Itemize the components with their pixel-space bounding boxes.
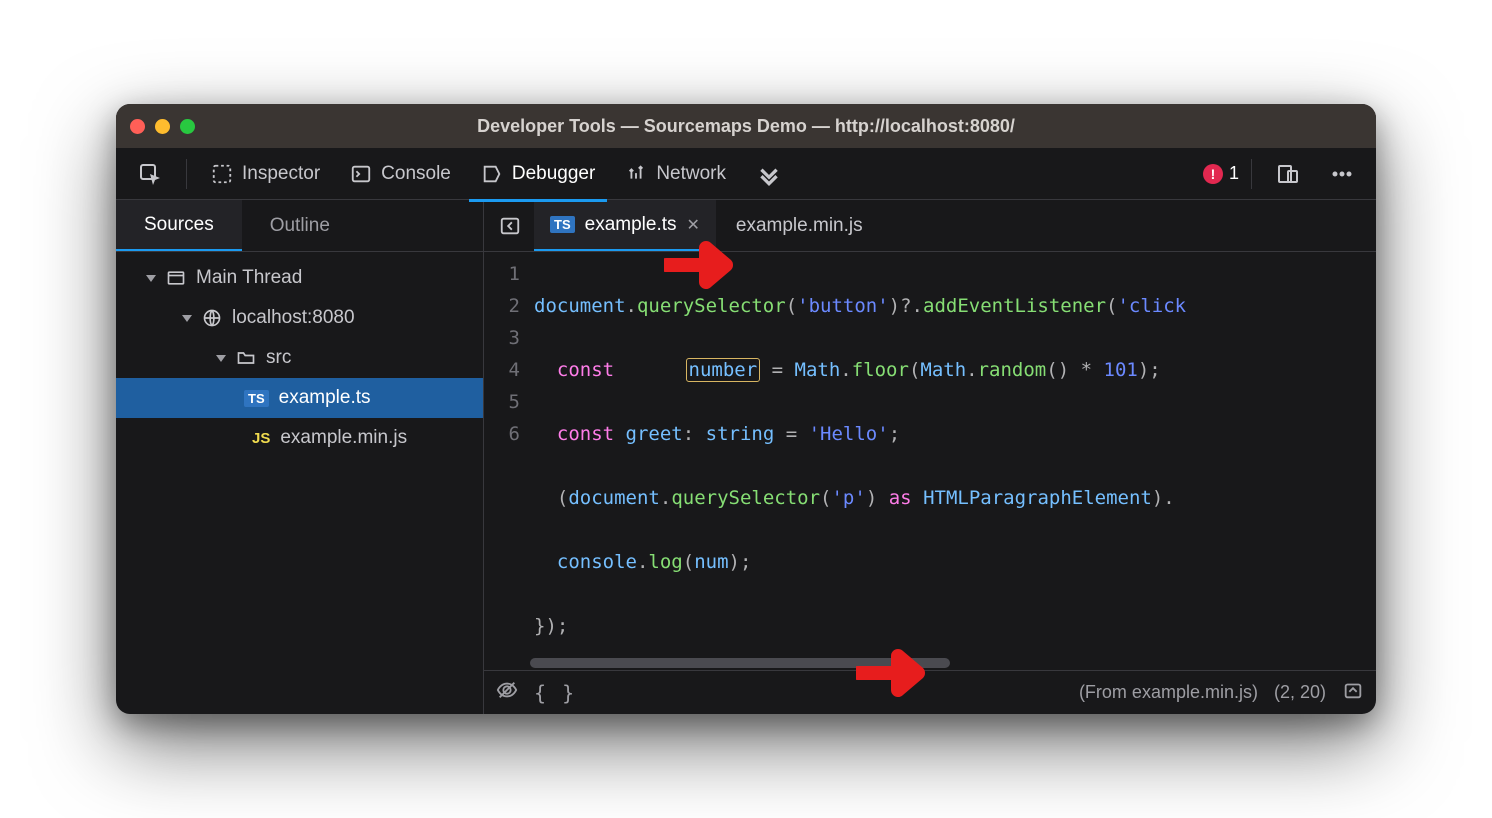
highlighted-type-number: number	[686, 358, 761, 382]
sources-sidebar: Sources Outline Main Thread localhost:80…	[116, 200, 484, 714]
editor-footer: { } (From example.min.js) (2, 20)	[484, 670, 1376, 714]
code-content[interactable]: document.querySelector('button')?.addEve…	[530, 252, 1376, 656]
tab-inspector[interactable]: Inspector	[199, 157, 332, 191]
source-editor[interactable]: 1 2 3 4 5 6 document.querySelector('butt…	[484, 252, 1376, 656]
tab-network[interactable]: Network	[613, 157, 738, 191]
expand-icon	[182, 315, 192, 322]
window-title: Developer Tools — Sourcemaps Demo — http…	[116, 116, 1376, 137]
tab-label: Inspector	[242, 163, 320, 185]
error-count: 1	[1229, 163, 1239, 184]
editor-tab-example-ts[interactable]: TS example.ts ✕	[534, 200, 716, 251]
sidebar-tab-sources[interactable]: Sources	[116, 200, 242, 251]
ts-file-icon: TS	[244, 390, 269, 407]
tab-debugger[interactable]: Debugger	[469, 157, 607, 191]
sidebar-tabs: Sources Outline	[116, 200, 483, 252]
tree-file-example-min-js[interactable]: JS example.min.js	[116, 418, 483, 458]
separator	[1251, 159, 1252, 189]
responsive-mode-button[interactable]	[1264, 156, 1312, 192]
maximize-window-button[interactable]	[180, 119, 195, 134]
tree-label: localhost:8080	[232, 307, 355, 329]
expand-icon	[146, 275, 156, 282]
overflow-tabs-button[interactable]	[744, 155, 794, 193]
devtools-window: Developer Tools — Sourcemaps Demo — http…	[116, 104, 1376, 714]
tree-main-thread[interactable]: Main Thread	[116, 258, 483, 298]
folder-icon	[236, 348, 256, 368]
expand-icon	[216, 355, 226, 362]
close-tab-button[interactable]: ✕	[687, 215, 700, 235]
tree-host[interactable]: localhost:8080	[116, 298, 483, 338]
close-window-button[interactable]	[130, 119, 145, 134]
ts-file-icon: TS	[550, 216, 575, 233]
debugger-body: Sources Outline Main Thread localhost:80…	[116, 200, 1376, 714]
window-icon	[166, 268, 186, 288]
sourcemap-origin: (From example.min.js)	[1079, 682, 1258, 703]
tab-label: Console	[381, 163, 451, 185]
tree-label: src	[266, 347, 291, 369]
globe-icon	[202, 308, 222, 328]
tree-folder-src[interactable]: src	[116, 338, 483, 378]
editor-tabs: TS example.ts ✕ example.min.js	[484, 200, 1376, 252]
tree-label: example.ts	[279, 387, 371, 409]
cursor-position: (2, 20)	[1274, 682, 1326, 703]
scrollbar-thumb[interactable]	[530, 658, 950, 668]
pretty-print-button[interactable]: { }	[534, 681, 576, 705]
editor-tab-example-min-js[interactable]: example.min.js	[720, 200, 879, 251]
sidebar-tab-outline[interactable]: Outline	[242, 200, 358, 251]
tree-file-example-ts[interactable]: TS example.ts	[116, 378, 483, 418]
sourcemap-toggle-button[interactable]	[1342, 679, 1364, 706]
js-file-icon: JS	[252, 430, 270, 447]
sources-tree: Main Thread localhost:8080 src TS exampl…	[116, 252, 483, 464]
tab-label: Debugger	[512, 163, 595, 185]
minimize-window-button[interactable]	[155, 119, 170, 134]
kebab-menu-button[interactable]	[1318, 156, 1366, 192]
tab-label: example.ts	[585, 214, 677, 236]
toggle-sources-pane-button[interactable]	[490, 215, 530, 237]
separator	[186, 159, 187, 189]
tab-label: example.min.js	[736, 215, 863, 237]
error-icon: !	[1203, 164, 1223, 184]
error-count-badge[interactable]: ! 1	[1203, 163, 1239, 184]
tab-console[interactable]: Console	[338, 157, 463, 191]
blackbox-button[interactable]	[496, 679, 518, 706]
tree-label: example.min.js	[280, 427, 407, 449]
editor-panel: TS example.ts ✕ example.min.js 1 2 3 4 5…	[484, 200, 1376, 714]
window-controls	[130, 119, 195, 134]
line-gutter: 1 2 3 4 5 6	[484, 252, 530, 656]
titlebar: Developer Tools — Sourcemaps Demo — http…	[116, 104, 1376, 148]
tree-label: Main Thread	[196, 267, 302, 289]
horizontal-scrollbar[interactable]	[530, 656, 1376, 670]
pick-element-button[interactable]	[126, 156, 174, 192]
tab-label: Network	[656, 163, 726, 185]
devtools-toolbar: Inspector Console Debugger Network ! 1	[116, 148, 1376, 200]
